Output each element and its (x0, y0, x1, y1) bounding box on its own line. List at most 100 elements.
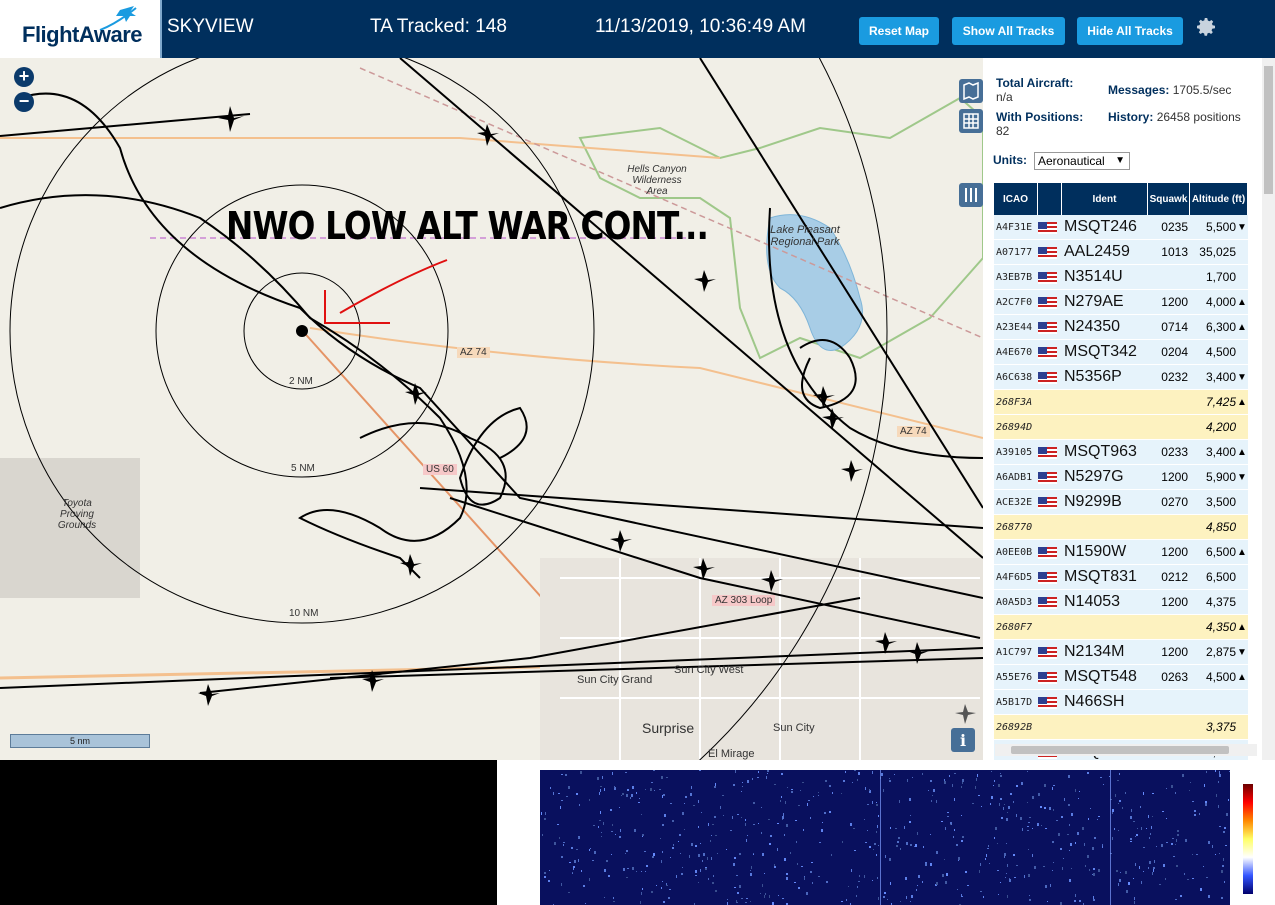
row-icao: ACE32E (996, 496, 1033, 508)
row-altitude: 2,875 (1205, 645, 1236, 659)
place-lake-pleasant: Lake Pleasant Regional Park (770, 224, 840, 248)
sidebar-scroll-thumb[interactable] (1264, 66, 1273, 194)
col-icao[interactable]: ICAO (994, 183, 1038, 215)
row-ident: N1590W (1064, 543, 1127, 560)
table-row[interactable]: ACE32E N9299B 0270 3,500 (994, 490, 1248, 515)
col-altitude[interactable]: Altitude (ft) (1190, 183, 1248, 215)
row-altitude-trend: ▲ (1237, 321, 1247, 333)
table-row[interactable]: 2680F7 4,350 ▲ (994, 615, 1248, 640)
history-value: 26458 positions (1156, 110, 1241, 124)
us-flag-icon (1038, 496, 1057, 509)
us-flag-icon (1038, 296, 1057, 309)
table-row[interactable]: A0EE0B N1590W 1200 6,500 ▲ (994, 540, 1248, 565)
row-altitude-trend: ▲ (1237, 546, 1247, 558)
flag-cell (1038, 370, 1062, 384)
map-layers-button[interactable] (959, 79, 983, 103)
total-aircraft-value: n/a (996, 90, 1013, 104)
row-icao: A23E44 (996, 321, 1033, 333)
show-all-tracks-button[interactable]: Show All Tracks (952, 17, 1065, 45)
row-icao: A39105 (996, 446, 1033, 458)
flight-map[interactable]: + − i 5 nm NWO LOW ALT WAR CONT... 2 NM … (0, 58, 983, 760)
table-row[interactable]: A4F31E MSQT246 0235 5,500 ▼ (994, 215, 1248, 240)
table-row[interactable]: A3EB7B N3514U 1,700 (994, 265, 1248, 290)
row-altitude: 5,500 (1205, 220, 1236, 234)
stat-total-aircraft: Total Aircraft: n/a (996, 76, 1106, 104)
row-icao: A2C7F0 (996, 296, 1033, 308)
flag-cell (1038, 220, 1062, 234)
table-row[interactable]: 26892B 3,375 (994, 715, 1248, 740)
row-icao: A0A5D3 (996, 596, 1033, 608)
us-flag-icon (1038, 471, 1057, 484)
top-header: FlightAware SKYVIEW TA Tracked: 148 11/1… (0, 0, 1275, 58)
table-row[interactable]: A5B17D N466SH (994, 690, 1248, 715)
row-ident: AAL2459 (1064, 243, 1130, 260)
table-row[interactable]: A1C797 N2134M 1200 2,875 ▼ (994, 640, 1248, 665)
table-hscroll-thumb[interactable] (1011, 746, 1229, 754)
col-flag[interactable] (1038, 183, 1062, 215)
info-icon: i (960, 731, 966, 750)
aircraft-sidebar: Total Aircraft: n/a With Positions: 82 M… (983, 58, 1275, 765)
map-icon (963, 81, 979, 101)
us-flag-icon (1038, 246, 1057, 259)
row-ident: MSQT831 (1064, 568, 1137, 585)
range-label-2nm: 2 NM (289, 376, 313, 387)
col-squawk[interactable]: Squawk (1148, 183, 1190, 215)
table-row[interactable]: 268F3A 7,425 ▲ (994, 390, 1248, 415)
place-hells-canyon: Hells Canyon Wilderness Area (627, 164, 687, 197)
col-ident[interactable]: Ident (1062, 183, 1148, 215)
row-altitude: 4,000 (1205, 295, 1236, 309)
column-toggle-button[interactable] (959, 183, 983, 207)
aircraft-marker-icon (953, 702, 977, 726)
row-squawk: 0233 (1161, 445, 1188, 459)
row-altitude: 3,375 (1205, 720, 1236, 734)
table-row[interactable]: A23E44 N24350 0714 6,300 ▲ (994, 315, 1248, 340)
flag-cell (1038, 445, 1062, 459)
place-el-mirage: El Mirage (708, 748, 755, 760)
reset-map-button[interactable]: Reset Map (859, 17, 939, 45)
row-icao: A4F31E (996, 221, 1033, 233)
table-row[interactable]: 268770 4,850 (994, 515, 1248, 540)
range-label-10nm: 10 NM (289, 608, 319, 619)
place-sun-city-west: Sun City West (674, 664, 744, 676)
table-row[interactable]: A07177 AAL2459 1013 35,025 (994, 240, 1248, 265)
overlay-annotation-title: NWO LOW ALT WAR CONT... (226, 204, 709, 248)
flag-cell (1038, 295, 1062, 309)
table-row[interactable]: A39105 MSQT963 0233 3,400 ▲ (994, 440, 1248, 465)
table-row[interactable]: A2C7F0 N279AE 1200 4,000 ▲ (994, 290, 1248, 315)
row-squawk: 1200 (1161, 295, 1188, 309)
us-flag-icon (1038, 346, 1057, 359)
row-ident: N466SH (1064, 693, 1125, 710)
table-row[interactable]: A4F6D5 MSQT831 0212 6,500 (994, 565, 1248, 590)
app-name: SKYVIEW (167, 16, 254, 37)
ta-tracked-count: TA Tracked: 148 (370, 16, 507, 37)
row-ident: MSQT246 (1064, 218, 1137, 235)
place-sun-city-grand: Sun City Grand (577, 674, 653, 686)
table-row[interactable]: A6C638 N5356P 0232 3,400 ▼ (994, 365, 1248, 390)
row-squawk: 0212 (1161, 570, 1188, 584)
units-select[interactable]: Aeronautical ▼ (1034, 152, 1130, 170)
row-altitude: 6,500 (1205, 570, 1236, 584)
row-squawk: 0263 (1161, 670, 1188, 684)
flightaware-logo[interactable]: FlightAware (0, 0, 162, 58)
current-datetime: 11/13/2019, 10:36:49 AM (595, 16, 806, 37)
grid-toggle-button[interactable] (959, 109, 983, 133)
row-altitude: 3,400 (1205, 370, 1236, 384)
stat-messages: Messages: 1705.5/sec (1108, 83, 1258, 97)
table-row[interactable]: 26894D 4,200 (994, 415, 1248, 440)
table-row[interactable]: A55E76 MSQT548 0263 4,500 ▲ (994, 665, 1248, 690)
settings-gear-icon[interactable] (1194, 15, 1218, 39)
table-row[interactable]: A4E670 MSQT342 0204 4,500 (994, 340, 1248, 365)
table-row[interactable]: A6ADB1 N5297G 1200 5,900 ▼ (994, 465, 1248, 490)
units-label: Units: (993, 153, 1027, 167)
row-altitude: 4,200 (1205, 420, 1236, 434)
hide-all-tracks-button[interactable]: Hide All Tracks (1077, 17, 1183, 45)
table-row[interactable]: A0A5D3 N14053 1200 4,375 (994, 590, 1248, 615)
zoom-in-button[interactable]: + (14, 67, 34, 87)
row-squawk: 0235 (1161, 220, 1188, 234)
row-icao: A0EE0B (996, 546, 1033, 558)
road-us60: US 60 (423, 464, 457, 475)
row-ident: MSQT548 (1064, 668, 1137, 685)
info-button[interactable]: i (951, 728, 975, 752)
flag-cell (1038, 495, 1062, 509)
zoom-out-button[interactable]: − (14, 92, 34, 112)
